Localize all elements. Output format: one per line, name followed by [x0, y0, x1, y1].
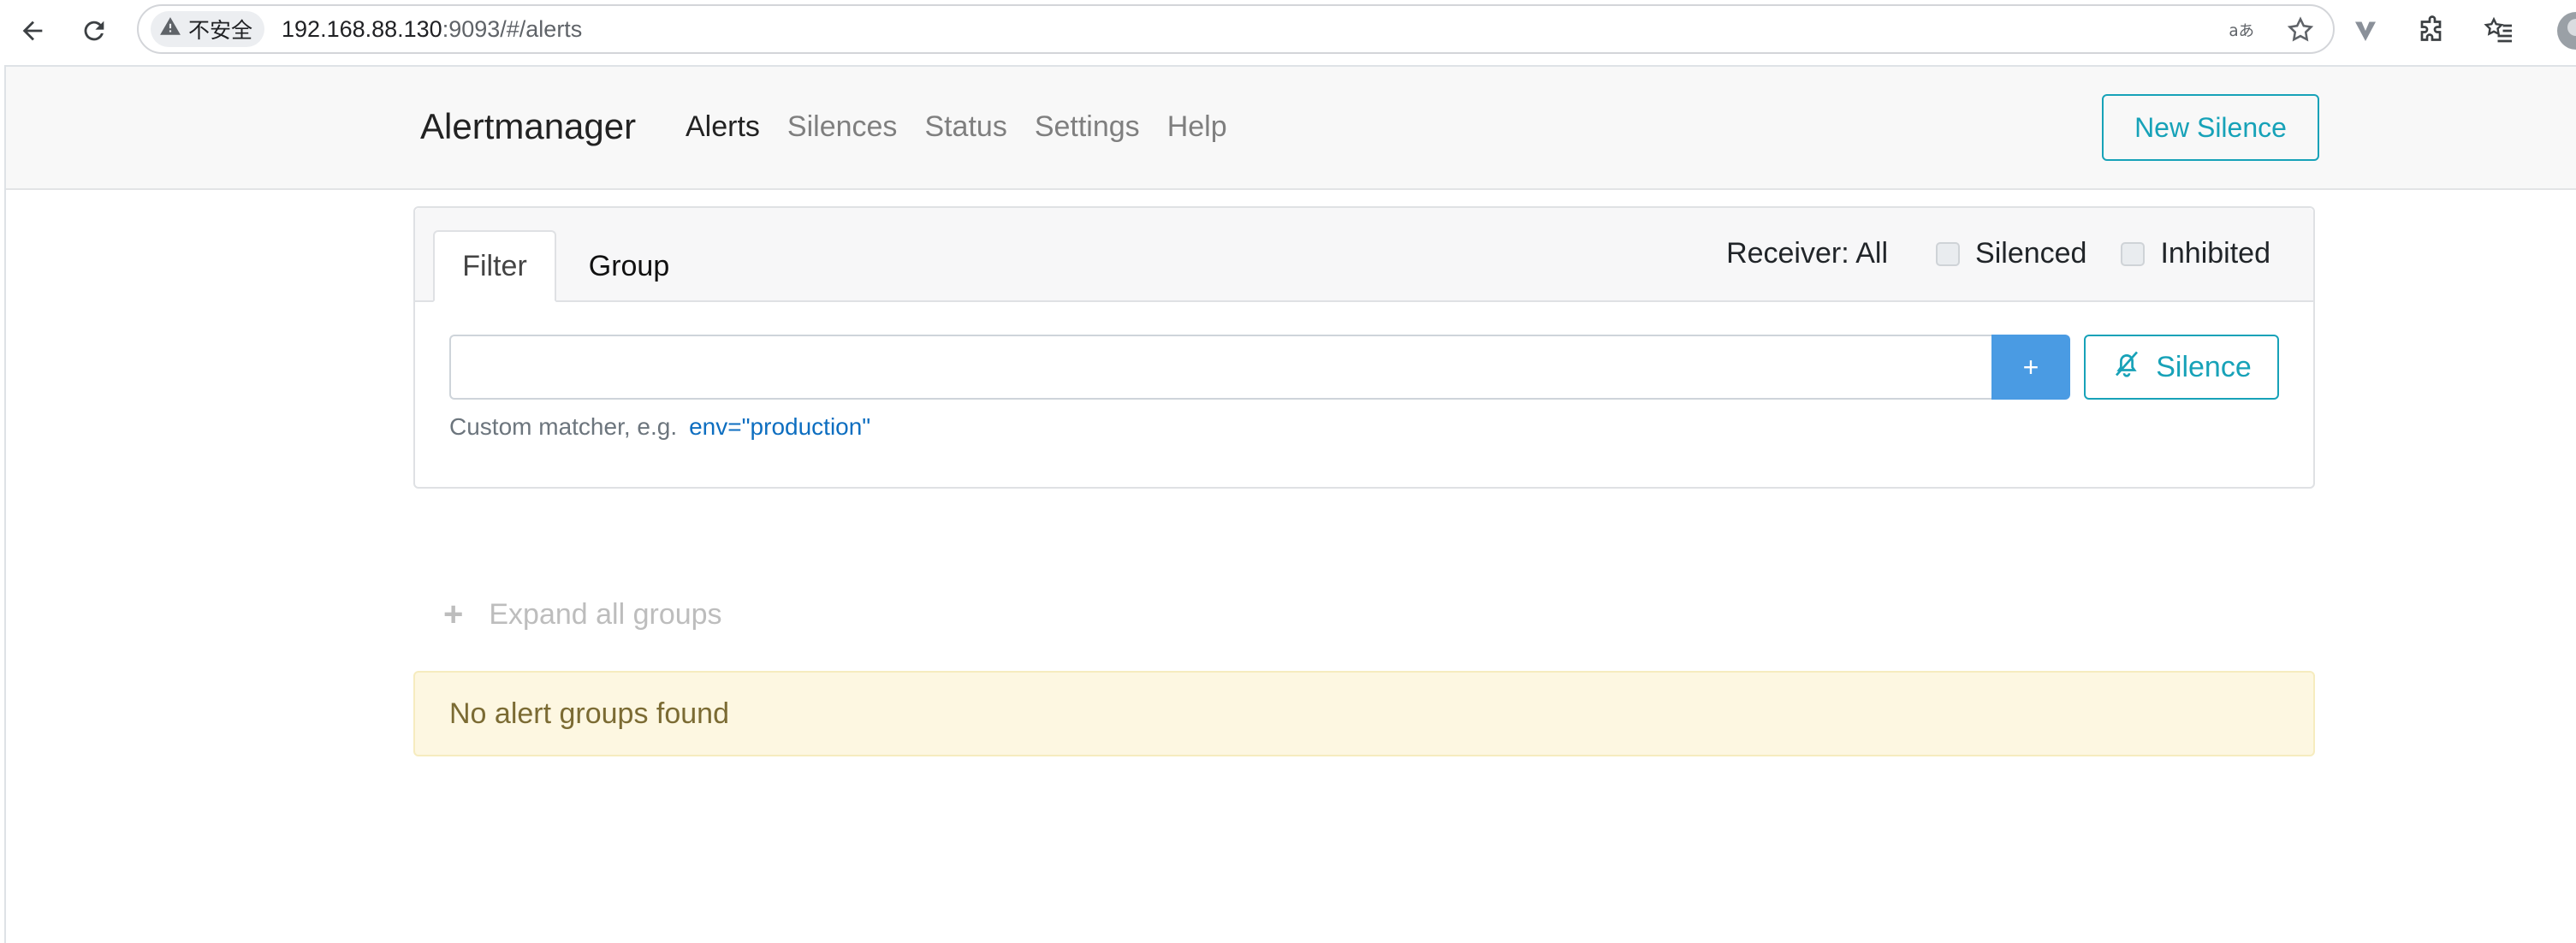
warning-icon: [159, 15, 181, 44]
back-icon[interactable]: [12, 10, 53, 51]
nav-help[interactable]: Help: [1167, 110, 1227, 144]
browser-toolbar: 不安全 192.168.88.130:9093/#/alerts aあ: [0, 0, 2576, 62]
filter-card-header: Filter Group Receiver: All Silenced Inhi…: [415, 208, 2313, 302]
nav-alerts[interactable]: Alerts: [686, 110, 760, 144]
brand-link[interactable]: Alertmanager: [420, 106, 636, 147]
top-navbar: Alertmanager Alerts Silences Status Sett…: [6, 67, 2576, 190]
hint-text: Custom matcher, e.g.: [449, 413, 678, 440]
svg-text:aあ: aあ: [2229, 22, 2254, 40]
reload-icon[interactable]: [74, 10, 115, 51]
security-label: 不安全: [188, 19, 253, 43]
url-host: 192.168.88.130: [282, 15, 442, 42]
silenced-label: Silenced: [1975, 237, 2087, 270]
inhibited-checkbox[interactable]: Inhibited: [2121, 237, 2270, 270]
url-text[interactable]: 192.168.88.130:9093/#/alerts: [282, 16, 582, 43]
inhibited-checkbox-box[interactable]: [2121, 241, 2146, 266]
filter-row: + Silence: [449, 335, 2282, 400]
filter-card: Filter Group Receiver: All Silenced Inhi…: [413, 206, 2315, 489]
plus-icon: +: [443, 596, 464, 633]
receiver-selector[interactable]: Receiver: All: [1726, 237, 1888, 270]
nav-silences[interactable]: Silences: [787, 110, 898, 144]
site-security-chip[interactable]: 不安全: [151, 11, 265, 47]
nav-status[interactable]: Status: [924, 110, 1006, 144]
tab-group[interactable]: Group: [569, 230, 689, 302]
new-silence-button[interactable]: New Silence: [2102, 94, 2319, 161]
extensions-icon[interactable]: [2412, 10, 2453, 51]
silenced-checkbox[interactable]: Silenced: [1936, 237, 2086, 270]
matcher-input[interactable]: [449, 335, 1993, 400]
add-matcher-button[interactable]: +: [1991, 335, 2070, 400]
address-bar[interactable]: 不安全 192.168.88.130:9093/#/alerts aあ: [137, 4, 2335, 54]
silence-button-label: Silence: [2156, 350, 2252, 383]
tab-filter[interactable]: Filter: [433, 230, 556, 302]
nav-settings[interactable]: Settings: [1035, 110, 1140, 144]
star-icon[interactable]: [2283, 13, 2318, 47]
silenced-checkbox-box[interactable]: [1936, 241, 1961, 266]
nav-links: Alerts Silences Status Settings Help: [686, 110, 1227, 144]
silence-button[interactable]: Silence: [2084, 335, 2279, 400]
vivaldi-icon[interactable]: [2345, 10, 2386, 51]
empty-state-alert: No alert groups found: [413, 671, 2315, 756]
bell-slash-icon: [2111, 348, 2142, 387]
profile-avatar[interactable]: [2557, 12, 2576, 50]
url-path: :9093/#/alerts: [442, 15, 583, 42]
matcher-hint: Custom matcher, e.g. env="production": [449, 413, 870, 441]
expand-all-label: Expand all groups: [489, 598, 722, 631]
translate-icon[interactable]: aあ: [2225, 13, 2259, 47]
inhibited-label: Inhibited: [2160, 237, 2270, 270]
expand-all-groups[interactable]: + Expand all groups: [443, 596, 722, 634]
hint-example: env="production": [689, 413, 871, 440]
favorites-icon[interactable]: [2478, 10, 2520, 51]
alertmanager-app: Alertmanager Alerts Silences Status Sett…: [4, 65, 2576, 943]
